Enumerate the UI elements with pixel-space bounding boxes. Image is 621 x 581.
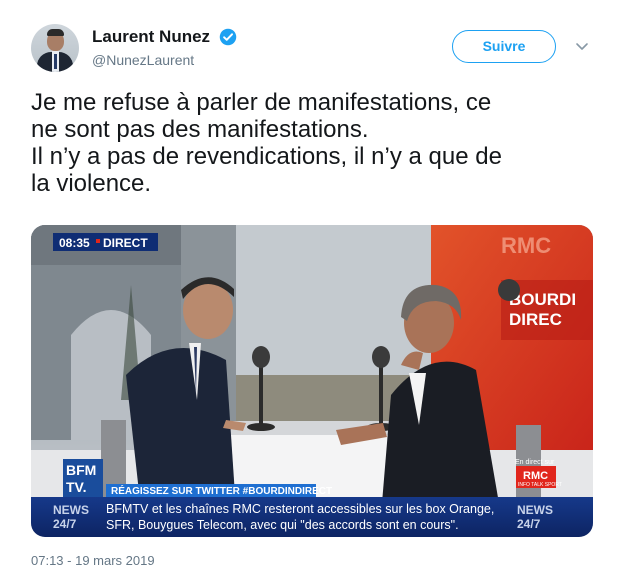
verified-badge-icon (219, 28, 237, 46)
tweet-timestamp[interactable]: 07:13 - 19 mars 2019 (31, 553, 155, 568)
tweet-text: Je me refuse à parler de manifestations,… (31, 89, 502, 197)
live-badge-time: 08:35 (59, 236, 90, 250)
ticker-line2: SFR, Bouygues Telecom, avec qui "des acc… (106, 518, 459, 532)
author-handle[interactable]: @NunezLaurent (92, 52, 194, 68)
hashtag-banner: RÉAGISSEZ SUR TWITTER #BOURDINDIRECT (111, 484, 332, 497)
bfm-logo-line1: BFM (66, 462, 96, 478)
tv-broadcast-screenshot: RMC BOURDI DIREC 08:35 DIRECT BFM TV. RÉ… (31, 225, 593, 537)
news-label-left: NEWS (53, 503, 89, 517)
news-sub-right: 24/7 (517, 517, 541, 531)
en-direct-label: En direct sur (515, 459, 555, 466)
ticker-line1: BFMTV et les chaînes RMC resteront acces… (106, 502, 494, 516)
tweet-card: Laurent Nunez @NunezLaurent Suivre Je me… (0, 0, 621, 581)
news-sub-left: 24/7 (53, 517, 77, 531)
bfm-logo-line2: TV. (66, 479, 87, 495)
chevron-down-icon[interactable] (574, 38, 590, 54)
rmc-logo-sub: INFO TALK SPORT (518, 482, 562, 488)
follow-button[interactable]: Suivre (452, 30, 556, 63)
avatar[interactable] (31, 24, 79, 72)
rmc-logo-label: RMC (523, 470, 548, 482)
news-label-right: NEWS (517, 503, 553, 517)
tweet-media-image[interactable]: RMC BOURDI DIREC 08:35 DIRECT BFM TV. RÉ… (31, 225, 593, 537)
studio-sign-line2: DIREC (509, 310, 562, 329)
live-badge-label: DIRECT (103, 236, 148, 250)
rmc-wall-text: RMC (501, 233, 551, 258)
author-display-name[interactable]: Laurent Nunez (92, 27, 210, 47)
